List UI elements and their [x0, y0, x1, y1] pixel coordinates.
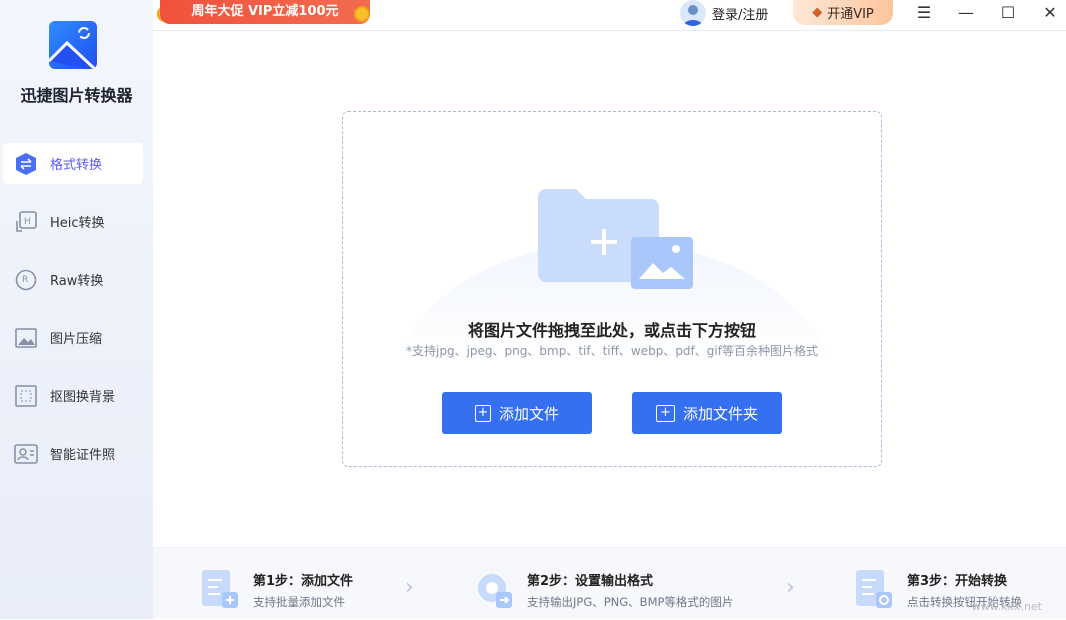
login-button[interactable]: 登录/注册: [680, 0, 768, 26]
convert-document-icon: [856, 570, 892, 608]
add-folder-icon: +: [655, 404, 675, 422]
sidebar-item-id-photo[interactable]: 智能证件照: [3, 433, 143, 474]
sidebar-item-label: Raw转换: [50, 274, 104, 289]
vip-button[interactable]: ◆ 开通VIP: [793, 0, 893, 25]
image-icon: [14, 326, 38, 350]
sidebar-item-format-convert[interactable]: 格式转换: [3, 143, 143, 184]
sidebar-item-heic[interactable]: H Heic转换: [3, 201, 143, 242]
cutout-icon: [14, 384, 38, 408]
menu-icon[interactable]: ☰: [914, 3, 934, 23]
avatar: [680, 0, 706, 26]
step-title: 第3步：开始转换: [907, 574, 1008, 589]
coin-icon: [354, 6, 370, 22]
add-folder-label: 添加文件夹: [682, 404, 758, 423]
step-desc: 支持输出JPG、PNG、BMP等格式的图片: [527, 595, 734, 609]
add-file-label: 添加文件: [498, 404, 559, 423]
add-file-button[interactable]: + 添加文件: [442, 392, 592, 434]
sidebar-item-label: Heic转换: [50, 216, 105, 231]
add-file-icon: +: [474, 404, 491, 422]
close-icon[interactable]: ✕: [1040, 3, 1060, 23]
sidebar-item-label: 智能证件照: [50, 448, 116, 463]
add-document-icon: [202, 570, 238, 608]
steps-bar: 第1步：添加文件 支持批量添加文件 › 第2步：设置输出格式 支持输出JPG、P…: [153, 547, 1066, 619]
folder-image-icon: [538, 189, 693, 289]
maximize-icon[interactable]: ☐: [998, 3, 1018, 23]
step-desc: 支持批量添加文件: [253, 595, 345, 609]
id-card-icon: [14, 442, 38, 466]
sidebar-item-label: 格式转换: [50, 158, 103, 173]
app-logo-icon: [49, 21, 97, 69]
login-label: 登录/注册: [712, 7, 769, 23]
vip-label: 开通VIP: [827, 7, 874, 22]
sidebar-item-label: 图片压缩: [50, 332, 103, 347]
drop-zone[interactable]: 将图片文件拖拽至此处，或点击下方按钮 *支持jpg、jpeg、png、bmp、t…: [342, 111, 882, 467]
sidebar: 迅捷图片转换器 格式转换 H Heic转换 R Raw转换 图片压缩 抠图换背景…: [0, 0, 153, 619]
chevron-right-icon: ›: [786, 575, 795, 600]
watermark: www.kkx.net: [971, 600, 1042, 613]
chevron-right-icon: ›: [405, 575, 414, 600]
raw-icon: R: [14, 268, 38, 292]
drop-title: 将图片文件拖拽至此处，或点击下方按钮: [467, 321, 756, 340]
vip-icon: ◆: [812, 5, 823, 20]
svg-text:H: H: [24, 217, 31, 227]
add-folder-button[interactable]: + 添加文件夹: [632, 392, 782, 434]
svg-text:R: R: [22, 275, 28, 285]
app-title: 迅捷图片转换器: [20, 86, 133, 105]
step-title: 第1步：添加文件: [253, 574, 354, 589]
convert-icon: [14, 152, 38, 176]
step-title: 第2步：设置输出格式: [527, 574, 654, 589]
heic-icon: H: [14, 210, 38, 234]
sidebar-item-raw[interactable]: R Raw转换: [3, 259, 143, 300]
settings-icon: [478, 574, 512, 608]
minimize-icon[interactable]: —: [956, 3, 976, 23]
supported-formats: *支持jpg、jpeg、png、bmp、tif、tiff、webp、pdf、gi…: [406, 344, 818, 358]
promo-banner[interactable]: 周年大促 VIP立减100元: [160, 0, 370, 24]
sidebar-item-label: 抠图换背景: [50, 390, 116, 405]
sidebar-item-compress[interactable]: 图片压缩: [3, 317, 143, 358]
sidebar-item-cutout[interactable]: 抠图换背景: [3, 375, 143, 416]
